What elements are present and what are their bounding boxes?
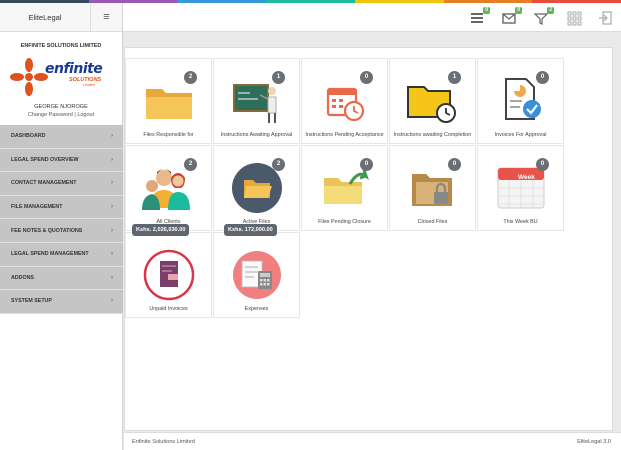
sidebar-item-legal-spend-overview[interactable]: LEGAL SPEND OVERVIEW › (0, 148, 123, 173)
sidebar-item-label: FILE MANAGEMENT (11, 204, 63, 211)
tile-label: Instructions awaiting Completion (393, 132, 472, 138)
tile-label: Instructions Awaiting Approval (220, 132, 293, 138)
sidebar-item-fee-notes[interactable]: FEE NOTES & QUOTATIONS › (0, 219, 123, 243)
sidebar-item-contact-management[interactable]: CONTACT MANAGEMENT › (0, 172, 123, 196)
expenses-amount-badge: Kshs. 172,000.00 (224, 224, 277, 236)
link-separator: | (74, 112, 76, 118)
logo-mark-icon (10, 58, 48, 96)
tile-expenses[interactable]: Kshs. 172,000.00 Expenses (213, 224, 300, 318)
inbox-button[interactable]: 0 (469, 7, 490, 26)
tile-label: Closed Files (417, 219, 448, 225)
tile-instructions-pending-acceptance[interactable]: 0 Instructions Pending Acceptance (301, 58, 388, 144)
chevron-right-icon: › (111, 227, 113, 234)
hamburger-icon: ≡ (103, 11, 110, 23)
unpaid-invoice-icon (143, 249, 195, 301)
tile-label: Instructions Pending Acceptance (305, 132, 384, 138)
tile-label: This Week BU (503, 219, 538, 225)
company-name: ENFINITE SOLUTIONS LIMITED (20, 43, 102, 49)
tile-badge: 2 (272, 158, 285, 171)
tile-label: Files Responsible for (143, 132, 194, 138)
footer-company: Enfinite Solutions Limited (132, 439, 195, 445)
tile-badge: 0 (536, 158, 549, 171)
user-name: GEORGE NJOROGE (34, 104, 88, 110)
sidebar-item-file-management[interactable]: FILE MANAGEMENT › (0, 195, 123, 220)
tile-files-responsible[interactable]: 2 Files Responsible for (125, 58, 212, 144)
menu-toggle-button[interactable]: ≡ (90, 2, 122, 32)
sidebar-item-label: DASHBOARD (11, 133, 46, 140)
mail-button[interactable]: 0 (501, 7, 522, 26)
tile-instructions-awaiting-approval[interactable]: 1 Instructions Awaiting Approval (213, 58, 300, 144)
sidebar-item-label: SYSTEM SETUP (11, 298, 52, 305)
tile-label: Expenses (244, 306, 269, 312)
sidebar-item-legal-spend-management[interactable]: LEGAL SPEND MANAGEMENT › (0, 242, 123, 267)
footer-version: EliteLegal 3.0 (577, 439, 611, 445)
tile-active-files[interactable]: 2 Active Files (213, 145, 300, 231)
chevron-right-icon: › (111, 180, 113, 187)
user-links: Change Password | Logout (0, 112, 122, 118)
tile-this-week-bu[interactable]: Week 0 This Week BU (477, 145, 564, 231)
logo-subtitle-small: Limited (83, 83, 95, 87)
tile-unpaid-invoices[interactable]: Kshs. 2,026,030.00 Unpaid Invoices (125, 224, 212, 318)
week-calendar-text: Week (518, 174, 535, 181)
logout-link[interactable]: Logout (77, 112, 94, 118)
tile-invoices-for-approval[interactable]: 0 Invoices For Approval (477, 58, 564, 144)
sidebar-item-dashboard[interactable]: DASHBOARD › (0, 125, 123, 149)
tile-badge: 0 (360, 158, 373, 171)
chevron-right-icon: › (111, 156, 113, 163)
tile-badge: 0 (448, 158, 461, 171)
apps-grid-icon (567, 11, 582, 26)
sidebar-item-label: ADDONS (11, 274, 34, 281)
filter-button[interactable]: 2 (533, 7, 554, 26)
tile-closed-files[interactable]: 0 Closed Files (389, 145, 476, 231)
brand-bar: EliteLegal ≡ (0, 2, 122, 32)
sidebar-item-label: CONTACT MANAGEMENT (11, 180, 77, 187)
tile-label: Files Pending Closure (318, 219, 371, 225)
sidebar-item-label: FEE NOTES & QUOTATIONS (11, 227, 83, 234)
app-name: EliteLegal (28, 12, 62, 22)
chevron-right-icon: › (111, 251, 113, 258)
top-bar: 0 0 2 (123, 3, 621, 32)
tile-badge: 1 (448, 71, 461, 84)
apps-button[interactable] (566, 10, 582, 26)
chevron-right-icon: › (111, 204, 113, 211)
mail-badge: 0 (515, 7, 522, 14)
chevron-right-icon: › (111, 133, 113, 140)
sidebar-item-label: LEGAL SPEND MANAGEMENT (11, 251, 89, 258)
tile-badge: 0 (536, 71, 549, 84)
sidebar-nav: DASHBOARD › LEGAL SPEND OVERVIEW › CONTACT… (0, 125, 123, 314)
tile-badge: 2 (184, 71, 197, 84)
footer: Enfinite Solutions Limited EliteLegal 3.… (124, 432, 621, 450)
tile-badge: 2 (184, 158, 197, 171)
tile-badge: 0 (360, 71, 373, 84)
filter-badge: 2 (547, 7, 554, 14)
dashboard-panel: 2 Files Responsible for 1 Instructions A… (124, 47, 613, 431)
chevron-right-icon: › (111, 274, 113, 281)
unpaid-amount-badge: Kshs. 2,026,030.00 (132, 224, 190, 236)
chevron-right-icon: › (111, 298, 113, 305)
change-password-link[interactable]: Change Password (28, 112, 73, 118)
sign-out-icon (599, 11, 612, 25)
tile-instructions-awaiting-completion[interactable]: 1 Instructions awaiting Completion (389, 58, 476, 144)
tile-badge: 1 (272, 71, 285, 84)
sidebar-item-label: LEGAL SPEND OVERVIEW (11, 156, 79, 163)
sidebar: EliteLegal ≡ ENFINITE SOLUTIONS LIMITED … (0, 2, 123, 450)
logo-wordmark: enfinite (45, 61, 103, 77)
inbox-badge: 0 (483, 7, 490, 14)
tile-files-pending-closure[interactable]: 0 Files Pending Closure (301, 145, 388, 231)
sign-out-button[interactable] (597, 10, 613, 26)
expenses-calculator-icon (233, 251, 281, 299)
tile-label: Invoices For Approval (494, 132, 547, 138)
tile-all-clients[interactable]: 2 All Clients (125, 145, 212, 231)
sidebar-item-system-setup[interactable]: SYSTEM SETUP › (0, 290, 123, 314)
sidebar-item-addons[interactable]: ADDONS › (0, 266, 123, 291)
tile-label: Unpaid Invoices (149, 306, 188, 312)
company-logo: enfinite SOLUTIONS Limited (10, 55, 111, 99)
